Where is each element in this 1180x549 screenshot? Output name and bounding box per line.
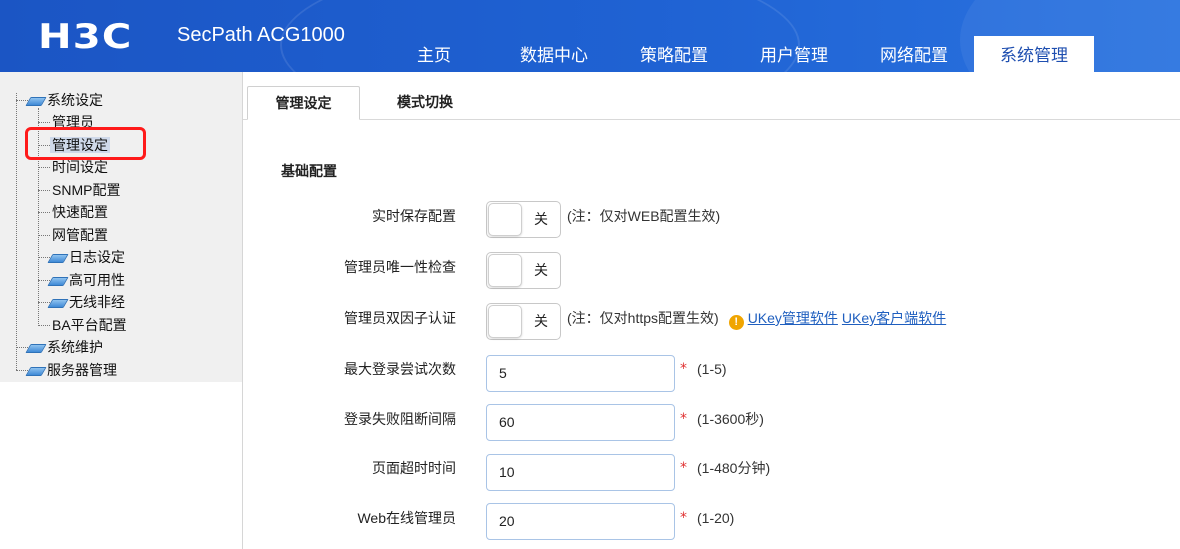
sidebar-item-system-settings[interactable]: 系统设定 [25, 89, 103, 111]
sidebar-item-quick-config[interactable]: 快速配置 [52, 201, 108, 223]
content-tabs: 管理设定 模式切换 [243, 72, 1180, 120]
admin-2fa-label: 管理员双因子认证 [344, 310, 456, 326]
tab-mode-switch[interactable]: 模式切换 [383, 86, 467, 120]
warning-icon: ! [728, 315, 744, 330]
nav-tab-data-center[interactable]: 数据中心 [494, 36, 614, 72]
sidebar-item-wireless[interactable]: 无线非经 [47, 291, 125, 313]
page-timeout-label: 页面超时时间 [372, 460, 456, 476]
login-block-range: (1-3600秒) [697, 411, 764, 427]
sidebar-item-high-availability[interactable]: 高可用性 [47, 269, 125, 291]
max-login-range: (1-5) [697, 361, 727, 377]
folder-icon [25, 366, 47, 376]
sidebar-item-server-management[interactable]: 服务器管理 [25, 359, 117, 381]
required-mark: * [680, 411, 687, 427]
main-nav: 主页 数据中心 策略配置 用户管理 网络配置 系统管理 [374, 36, 1094, 72]
sidebar-item-log-settings[interactable]: 日志设定 [47, 246, 125, 268]
toggle-knob [488, 305, 522, 338]
product-name: SecPath ACG1000 [177, 24, 345, 46]
nav-tab-home[interactable]: 主页 [374, 36, 494, 72]
sidebar-item-system-maintenance[interactable]: 系统维护 [25, 336, 103, 358]
nav-tab-users[interactable]: 用户管理 [734, 36, 854, 72]
tree-connector [16, 93, 17, 370]
realtime-save-note: (注：仅对WEB配置生效) [567, 208, 721, 224]
top-header: H3C SecPath ACG1000 主页 数据中心 策略配置 用户管理 网络… [0, 0, 1180, 72]
page-timeout-input[interactable]: 10 [486, 454, 675, 491]
required-mark: * [680, 361, 687, 377]
ukey-manager-link[interactable]: UKey管理软件 [748, 310, 838, 326]
sidebar-item-snmp[interactable]: SNMP配置 [52, 179, 120, 201]
admin-2fa-note: (注：仅对https配置生效) [567, 310, 719, 326]
required-mark: * [680, 510, 687, 526]
web-admins-range: (1-20) [697, 510, 735, 526]
ukey-client-link[interactable]: UKey客户端软件 [842, 310, 946, 326]
sidebar-item-nms-config[interactable]: 网管配置 [52, 224, 108, 246]
login-block-input[interactable]: 60 [486, 404, 675, 441]
page-timeout-range: (1-480分钟) [697, 460, 771, 476]
web-admins-input[interactable]: 20 [486, 503, 675, 540]
toggle-knob [488, 203, 522, 236]
nav-tab-system[interactable]: 系统管理 [974, 36, 1094, 72]
section-title: 基础配置 [281, 163, 337, 179]
selection-highlight-box [25, 127, 146, 160]
realtime-save-toggle[interactable]: 关 [486, 201, 561, 238]
admin-unique-label: 管理员唯一性检查 [344, 259, 456, 275]
required-mark: * [680, 460, 687, 476]
folder-icon [47, 298, 69, 308]
toggle-knob [488, 254, 522, 287]
web-admins-label: Web在线管理员 [357, 510, 456, 526]
tab-management-settings[interactable]: 管理设定 [247, 86, 360, 120]
login-block-label: 登录失败阻断间隔 [344, 411, 456, 427]
sidebar-item-ba-platform[interactable]: BA平台配置 [52, 314, 127, 336]
admin-2fa-note-row: (注：仅对https配置生效)! UKey管理软件 UKey客户端软件 [567, 307, 950, 330]
nav-tab-network[interactable]: 网络配置 [854, 36, 974, 72]
folder-icon [25, 96, 47, 106]
folder-icon [25, 343, 47, 353]
brand-logo: H3C [38, 17, 133, 57]
folder-icon [47, 253, 69, 263]
folder-icon [47, 276, 69, 286]
realtime-save-label: 实时保存配置 [372, 208, 456, 224]
nav-tab-policy[interactable]: 策略配置 [614, 36, 734, 72]
max-login-input[interactable]: 5 [486, 355, 675, 392]
max-login-label: 最大登录尝试次数 [344, 361, 456, 377]
admin-unique-toggle[interactable]: 关 [486, 252, 561, 289]
admin-2fa-toggle[interactable]: 关 [486, 303, 561, 340]
